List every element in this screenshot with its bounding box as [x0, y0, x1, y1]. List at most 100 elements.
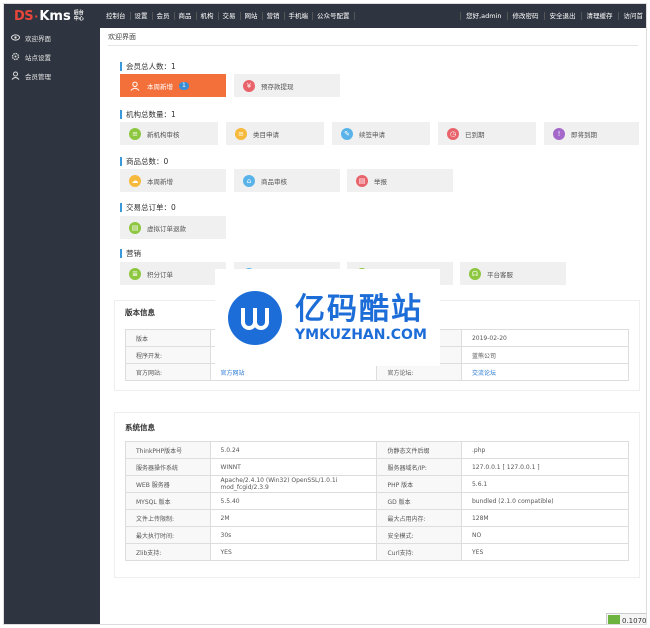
table-row: 服务器操作系统 WINNT 服务器域名/IP: 127.0.0.1 [ 127.0.0…	[125, 458, 630, 476]
card-org-review[interactable]: ≡ 新机构审核	[120, 122, 218, 145]
sidebar-item-members[interactable]: 会员管理	[4, 66, 100, 85]
card-member-weekly-new[interactable]: 本周新增 1	[120, 74, 226, 97]
nav-marketing[interactable]: 营销	[263, 12, 285, 20]
card-goods-weekly-new[interactable]: ☁ 本周新增	[120, 169, 226, 192]
trades-section-title: 交易总订单：0	[120, 203, 176, 212]
table-cell: Curl支持:	[376, 543, 462, 561]
user-menu: 您好,admin 修改密码 安全退出 清理缓存 访问首	[460, 4, 647, 28]
table-row: 官方网站: 官方网站 官方论坛: 交流论坛	[125, 363, 630, 381]
table-cell: 服务器域名/IP:	[376, 458, 462, 476]
table-cell: .php	[460, 441, 630, 459]
change-password-link[interactable]: 修改密码	[506, 12, 544, 20]
table-cell: 最大执行时间:	[125, 526, 211, 544]
card-label: 预存款提现	[261, 82, 294, 91]
table-cell: GD 版本	[376, 492, 462, 510]
table-cell: YES	[460, 543, 630, 561]
home-icon: ⌂	[243, 174, 255, 187]
count-badge: 1	[179, 81, 189, 90]
pencil-icon: ✎	[341, 127, 353, 140]
sidebar-item-welcome[interactable]: 欢迎界面	[4, 28, 100, 47]
table-row: WEB 服务器 Apache/2.4.10 (Win32) OpenSSL/1.0…	[125, 475, 630, 493]
user-icon	[11, 71, 20, 80]
logout-link[interactable]: 安全退出	[543, 12, 581, 20]
nav-orgs[interactable]: 机构	[197, 12, 219, 20]
nav-wechat[interactable]: 公众号配置	[313, 12, 355, 20]
official-site-link[interactable]: 官方网站	[209, 363, 378, 381]
table-cell: 30s	[209, 526, 378, 544]
sidebar-item-label: 会员管理	[25, 72, 51, 81]
nav-settings[interactable]: 设置	[131, 12, 153, 20]
debug-timer[interactable]: 0.10700	[606, 613, 647, 625]
list-icon: ≡	[129, 127, 141, 140]
table-cell: 5.5.40	[209, 492, 378, 510]
card-renew-apply[interactable]: ✎ 续签申请	[332, 122, 430, 145]
gear-icon	[11, 52, 20, 61]
table-cell: WEB 服务器	[125, 475, 211, 493]
card-label: 商品审核	[261, 177, 287, 186]
orgs-section-title: 机构总数量：1	[120, 110, 176, 119]
nav-goods[interactable]: 商品	[175, 12, 197, 20]
table-row: Zlib支持: YES Curl支持: YES	[125, 543, 630, 561]
card-label: 虚拟订单退款	[147, 224, 186, 233]
system-table: ThinkPHP版本号 5.0.24 伪静态文件后缀 .php 服务器操作系统 WINNT…	[125, 441, 630, 561]
table-cell: Zlib支持:	[125, 543, 211, 561]
table-cell: ThinkPHP版本号	[125, 441, 211, 459]
table-cell: Apache/2.4.10 (Win32) OpenSSL/1.0.1i mod…	[209, 475, 378, 493]
nav-trade[interactable]: 交易	[219, 12, 241, 20]
watermark-title: 亿码酷站	[295, 291, 423, 327]
table-cell: 2M	[209, 509, 378, 527]
card-expired[interactable]: ◷ 已到期	[438, 122, 536, 145]
card-label: 已到期	[465, 130, 485, 139]
card-expiring-soon[interactable]: ! 即将到期	[544, 122, 639, 145]
card-deposit-withdraw[interactable]: ¥ 预存款提现	[234, 74, 340, 97]
document-icon: ▤	[129, 221, 141, 234]
table-cell: WINNT	[209, 458, 378, 476]
table-row: 文件上传限制: 2M 最大占用内存: 128M	[125, 509, 630, 527]
user-icon	[129, 80, 141, 92]
top-nav: 控制台 设置 会员 商品 机构 交易 网站 营销 手机端 公众号配置	[102, 4, 460, 28]
nav-mobile[interactable]: 手机端	[285, 12, 313, 20]
table-cell: 安全模式:	[376, 526, 462, 544]
nav-dashboard[interactable]: 控制台	[102, 12, 131, 20]
table-cell: 128M	[460, 509, 630, 527]
table-cell: NO	[460, 526, 630, 544]
watermark-url: YMKUZHAN.COM	[295, 326, 427, 343]
visit-home-link[interactable]: 访问首	[617, 12, 647, 20]
top-bar: DS · Kms 后台中心 控制台 设置 会员 商品 机构 交易 网站 营销 手机端 …	[4, 4, 647, 28]
clear-cache-link[interactable]: 清理缓存	[580, 12, 618, 20]
cloud-icon: ☁	[129, 174, 141, 187]
greeting: 您好,admin	[460, 12, 506, 20]
table-cell: 服务器操作系统	[125, 458, 211, 476]
document-icon: ▤	[356, 174, 368, 187]
table-row: 最大执行时间: 30s 安全模式: NO	[125, 526, 630, 544]
table-cell: bundled (2.1.0 compatible)	[460, 492, 630, 510]
card-label: 平台客服	[487, 270, 513, 279]
card-goods-review[interactable]: ⌂ 商品审核	[234, 169, 340, 192]
watermark: 亿码酷站 YMKUZHAN.COM	[215, 269, 440, 366]
card-label: 类目申请	[253, 130, 279, 139]
system-title: 系统信息	[125, 423, 155, 432]
list-icon: ≡	[235, 127, 247, 140]
card-label: 本周新增	[147, 82, 173, 91]
card-points-orders[interactable]: ≣ 积分订单	[120, 262, 226, 285]
nav-site[interactable]: 网站	[241, 12, 263, 20]
forum-link[interactable]: 交流论坛	[460, 363, 630, 381]
card-label: 即将到期	[571, 130, 597, 139]
card-virtual-refund[interactable]: ▤ 虚拟订单退款	[120, 216, 226, 239]
table-cell: 5.6.1	[460, 475, 630, 493]
card-category-apply[interactable]: ≡ 类目申请	[226, 122, 324, 145]
card-platform-service[interactable]: ☊ 平台客服	[460, 262, 566, 285]
table-cell: 5.0.24	[209, 441, 378, 459]
clock-icon: ◷	[447, 127, 459, 140]
card-label: 续签申请	[359, 130, 385, 139]
members-section-title: 会员总人数：1	[120, 62, 176, 71]
table-cell: 127.0.0.1 [ 127.0.0.1 ]	[460, 458, 630, 476]
timer-value: 0.10700	[622, 617, 647, 625]
sidebar-item-label: 站点设置	[25, 53, 51, 62]
table-cell: 伪静态文件后缀	[376, 441, 462, 459]
table-cell: 文件上传限制:	[125, 509, 211, 527]
card-report[interactable]: ▤ 举报	[347, 169, 453, 192]
table-row: MYSQL 版本 5.5.40 GD 版本 bundled (2.1.0 compat…	[125, 492, 630, 510]
sidebar-item-site-settings[interactable]: 站点设置	[4, 47, 100, 66]
nav-members[interactable]: 会员	[153, 12, 175, 20]
